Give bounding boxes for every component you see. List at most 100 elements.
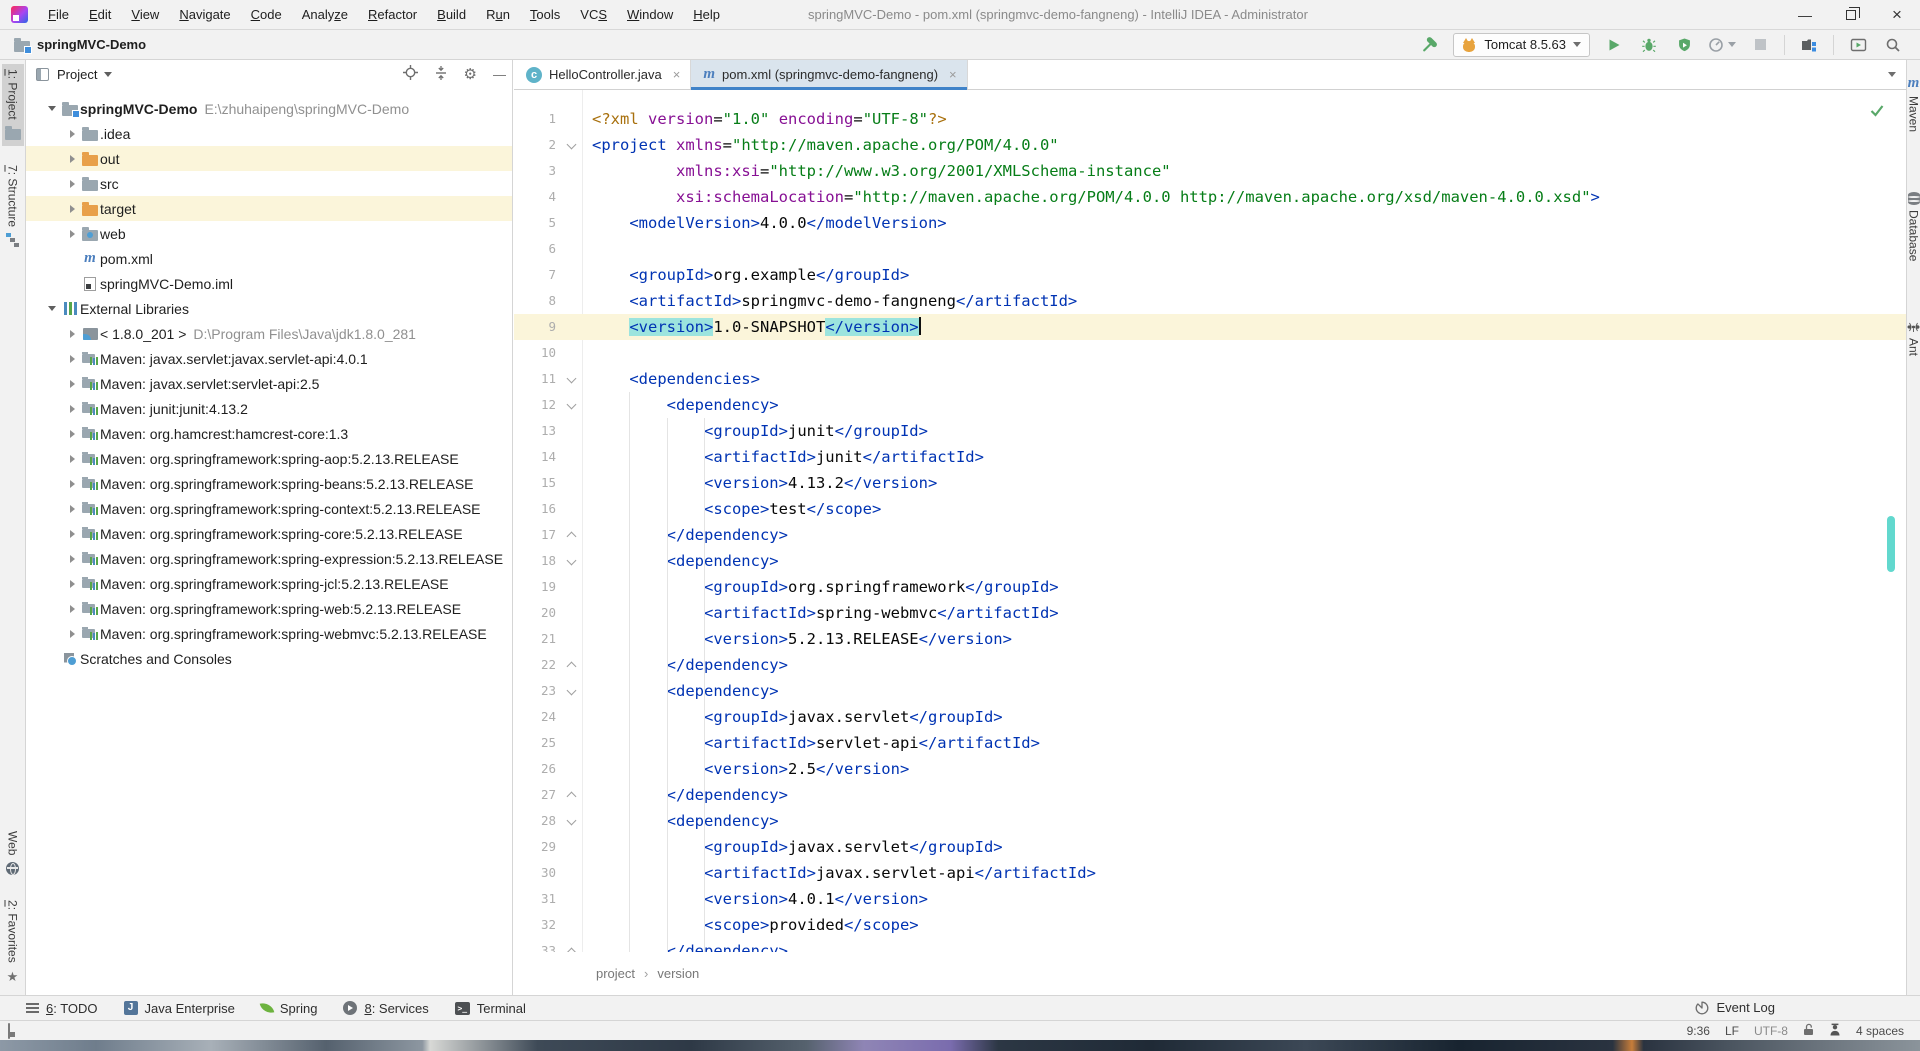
breadcrumb-item-version[interactable]: version	[657, 966, 699, 981]
tree-expand-arrow-icon[interactable]	[64, 630, 80, 638]
code-line-18[interactable]: 18 <dependency>	[514, 548, 1906, 574]
code-line-26[interactable]: 26 <version>2.5</version>	[514, 756, 1906, 782]
locate-file-icon[interactable]	[403, 65, 418, 83]
tree-item-1-8-0-201[interactable]: < 1.8.0_201 >D:\Program Files\Java\jdk1.…	[26, 321, 512, 346]
menu-analyze[interactable]: Analyze	[292, 0, 358, 29]
code-line-6[interactable]: 6	[514, 236, 1906, 262]
hide-panel-icon[interactable]: —	[493, 67, 506, 82]
tree-item-maven-org-springframework-spring-beans-5-2-13-release[interactable]: Maven: org.springframework:spring-beans:…	[26, 471, 512, 496]
menu-help[interactable]: Help	[683, 0, 730, 29]
tree-item-springmvc-demo-iml[interactable]: springMVC-Demo.iml	[26, 271, 512, 296]
code-line-1[interactable]: 1<?xml version="1.0" encoding="UTF-8"?>	[514, 106, 1906, 132]
toolwindow-button-database[interactable]: Database	[1907, 192, 1920, 261]
fold-marker-icon[interactable]	[562, 132, 582, 158]
fold-marker-icon[interactable]	[562, 392, 582, 418]
code-line-22[interactable]: 22 </dependency>	[514, 652, 1906, 678]
caret-position-status[interactable]: 9:36	[1687, 1024, 1710, 1038]
code-line-7[interactable]: 7 <groupId>org.example</groupId>	[514, 262, 1906, 288]
toolwindow-button-web[interactable]: Web	[2, 826, 24, 881]
code-line-25[interactable]: 25 <artifactId>servlet-api</artifactId>	[514, 730, 1906, 756]
tree-item-out[interactable]: out	[26, 146, 512, 171]
menu-edit[interactable]: Edit	[79, 0, 121, 29]
fold-marker-icon[interactable]	[562, 522, 582, 548]
code-line-17[interactable]: 17 </dependency>	[514, 522, 1906, 548]
menu-navigate[interactable]: Navigate	[169, 0, 240, 29]
menu-run[interactable]: Run	[476, 0, 520, 29]
settings-gear-icon[interactable]: ⚙	[464, 65, 477, 83]
tree-item-maven-javax-servlet-javax-servlet-api-4-0-1[interactable]: Maven: javax.servlet:javax.servlet-api:4…	[26, 346, 512, 371]
build-hammer-button[interactable]	[1418, 34, 1440, 56]
code-line-29[interactable]: 29 <groupId>javax.servlet</groupId>	[514, 834, 1906, 860]
toolwindow-button-java-enterprise[interactable]: JJava Enterprise	[124, 1001, 235, 1016]
project-structure-button[interactable]	[1798, 34, 1820, 56]
chevron-down-icon[interactable]	[104, 72, 112, 77]
fold-marker-icon[interactable]	[562, 808, 582, 834]
menu-code[interactable]: Code	[241, 0, 292, 29]
code-line-16[interactable]: 16 <scope>test</scope>	[514, 496, 1906, 522]
code-line-24[interactable]: 24 <groupId>javax.servlet</groupId>	[514, 704, 1906, 730]
code-line-33[interactable]: 33 </dependency>	[514, 938, 1906, 952]
tree-expand-arrow-icon[interactable]	[64, 230, 80, 238]
code-line-3[interactable]: 3 xmlns:xsi="http://www.w3.org/2001/XMLS…	[514, 158, 1906, 184]
tree-expand-arrow-icon[interactable]	[64, 455, 80, 463]
debug-button[interactable]	[1638, 34, 1660, 56]
toolwindow-button-maven[interactable]: mMaven	[1907, 76, 1920, 132]
tree-item-external-libraries[interactable]: External Libraries	[26, 296, 512, 321]
tree-expand-arrow-icon[interactable]	[64, 330, 80, 338]
tree-item-maven-org-hamcrest-hamcrest-core-1-3[interactable]: Maven: org.hamcrest:hamcrest-core:1.3	[26, 421, 512, 446]
menu-tools[interactable]: Tools	[520, 0, 570, 29]
tree-item-maven-org-springframework-spring-expression-5-2-13-release[interactable]: Maven: org.springframework:spring-expres…	[26, 546, 512, 571]
tree-expand-arrow-icon[interactable]	[64, 530, 80, 538]
code-line-5[interactable]: 5 <modelVersion>4.0.0</modelVersion>	[514, 210, 1906, 236]
search-everywhere-button[interactable]	[1882, 34, 1904, 56]
toolwindow-button-6-todo[interactable]: 6: TODO	[26, 1001, 98, 1016]
toolwindow-button-ant[interactable]: Ant	[1907, 321, 1920, 356]
run-configuration-select[interactable]: Tomcat 8.5.63	[1453, 33, 1590, 57]
code-line-8[interactable]: 8 <artifactId>springmvc-demo-fangneng</a…	[514, 288, 1906, 314]
tree-expand-arrow-icon[interactable]	[64, 380, 80, 388]
inspections-ok-icon[interactable]	[1870, 104, 1884, 122]
tree-expand-arrow-icon[interactable]	[64, 580, 80, 588]
tree-expand-arrow-icon[interactable]	[64, 605, 80, 613]
code-line-23[interactable]: 23 <dependency>	[514, 678, 1906, 704]
tree-item-web[interactable]: web	[26, 221, 512, 246]
fold-marker-icon[interactable]	[562, 652, 582, 678]
breadcrumb-item-project[interactable]: project	[596, 966, 635, 981]
tree-item-maven-org-springframework-spring-core-5-2-13-release[interactable]: Maven: org.springframework:spring-core:5…	[26, 521, 512, 546]
scrollbar-highlight-marker[interactable]	[1887, 516, 1895, 572]
tree-expand-arrow-icon[interactable]	[64, 505, 80, 513]
code-line-12[interactable]: 12 <dependency>	[514, 392, 1906, 418]
tree-item-maven-org-springframework-spring-aop-5-2-13-release[interactable]: Maven: org.springframework:spring-aop:5.…	[26, 446, 512, 471]
run-anything-button[interactable]	[1847, 34, 1869, 56]
code-line-30[interactable]: 30 <artifactId>javax.servlet-api</artifa…	[514, 860, 1906, 886]
tree-item-pom-xml[interactable]: mpom.xml	[26, 246, 512, 271]
tree-expand-arrow-icon[interactable]	[64, 355, 80, 363]
restore-button[interactable]	[1828, 0, 1874, 29]
close-button[interactable]: ×	[1874, 0, 1920, 29]
collapse-all-icon[interactable]	[434, 66, 448, 83]
code-line-13[interactable]: 13 <groupId>junit</groupId>	[514, 418, 1906, 444]
profiler-button[interactable]	[1708, 37, 1736, 53]
tree-expand-arrow-icon[interactable]	[64, 555, 80, 563]
tree-item-scratches-and-consoles[interactable]: Scratches and Consoles	[26, 646, 512, 671]
toolwindow-button-2-favorites[interactable]: 2: Favorites★	[2, 895, 24, 989]
toolwindow-button-1-project[interactable]: 1: Project	[2, 64, 24, 146]
project-panel-title[interactable]: Project	[57, 67, 97, 82]
tree-collapse-arrow-icon[interactable]	[44, 106, 60, 111]
tree-item-maven-org-springframework-spring-web-5-2-13-release[interactable]: Maven: org.springframework:spring-web:5.…	[26, 596, 512, 621]
code-line-19[interactable]: 19 <groupId>org.springframework</groupId…	[514, 574, 1906, 600]
menu-file[interactable]: File	[38, 0, 79, 29]
code-line-15[interactable]: 15 <version>4.13.2</version>	[514, 470, 1906, 496]
code-line-28[interactable]: 28 <dependency>	[514, 808, 1906, 834]
toolwindow-button-7-structure[interactable]: 7: Structure	[2, 160, 24, 253]
tree-item-maven-junit-junit-4-13-2[interactable]: Maven: junit:junit:4.13.2	[26, 396, 512, 421]
code-line-20[interactable]: 20 <artifactId>spring-webmvc</artifactId…	[514, 600, 1906, 626]
tree-expand-arrow-icon[interactable]	[64, 430, 80, 438]
code-line-21[interactable]: 21 <version>5.2.13.RELEASE</version>	[514, 626, 1906, 652]
menu-view[interactable]: View	[121, 0, 169, 29]
fold-marker-icon[interactable]	[562, 678, 582, 704]
menu-build[interactable]: Build	[427, 0, 476, 29]
tree-expand-arrow-icon[interactable]	[64, 405, 80, 413]
tree-collapse-arrow-icon[interactable]	[44, 306, 60, 311]
readonly-lock-icon[interactable]	[1803, 1023, 1814, 1039]
